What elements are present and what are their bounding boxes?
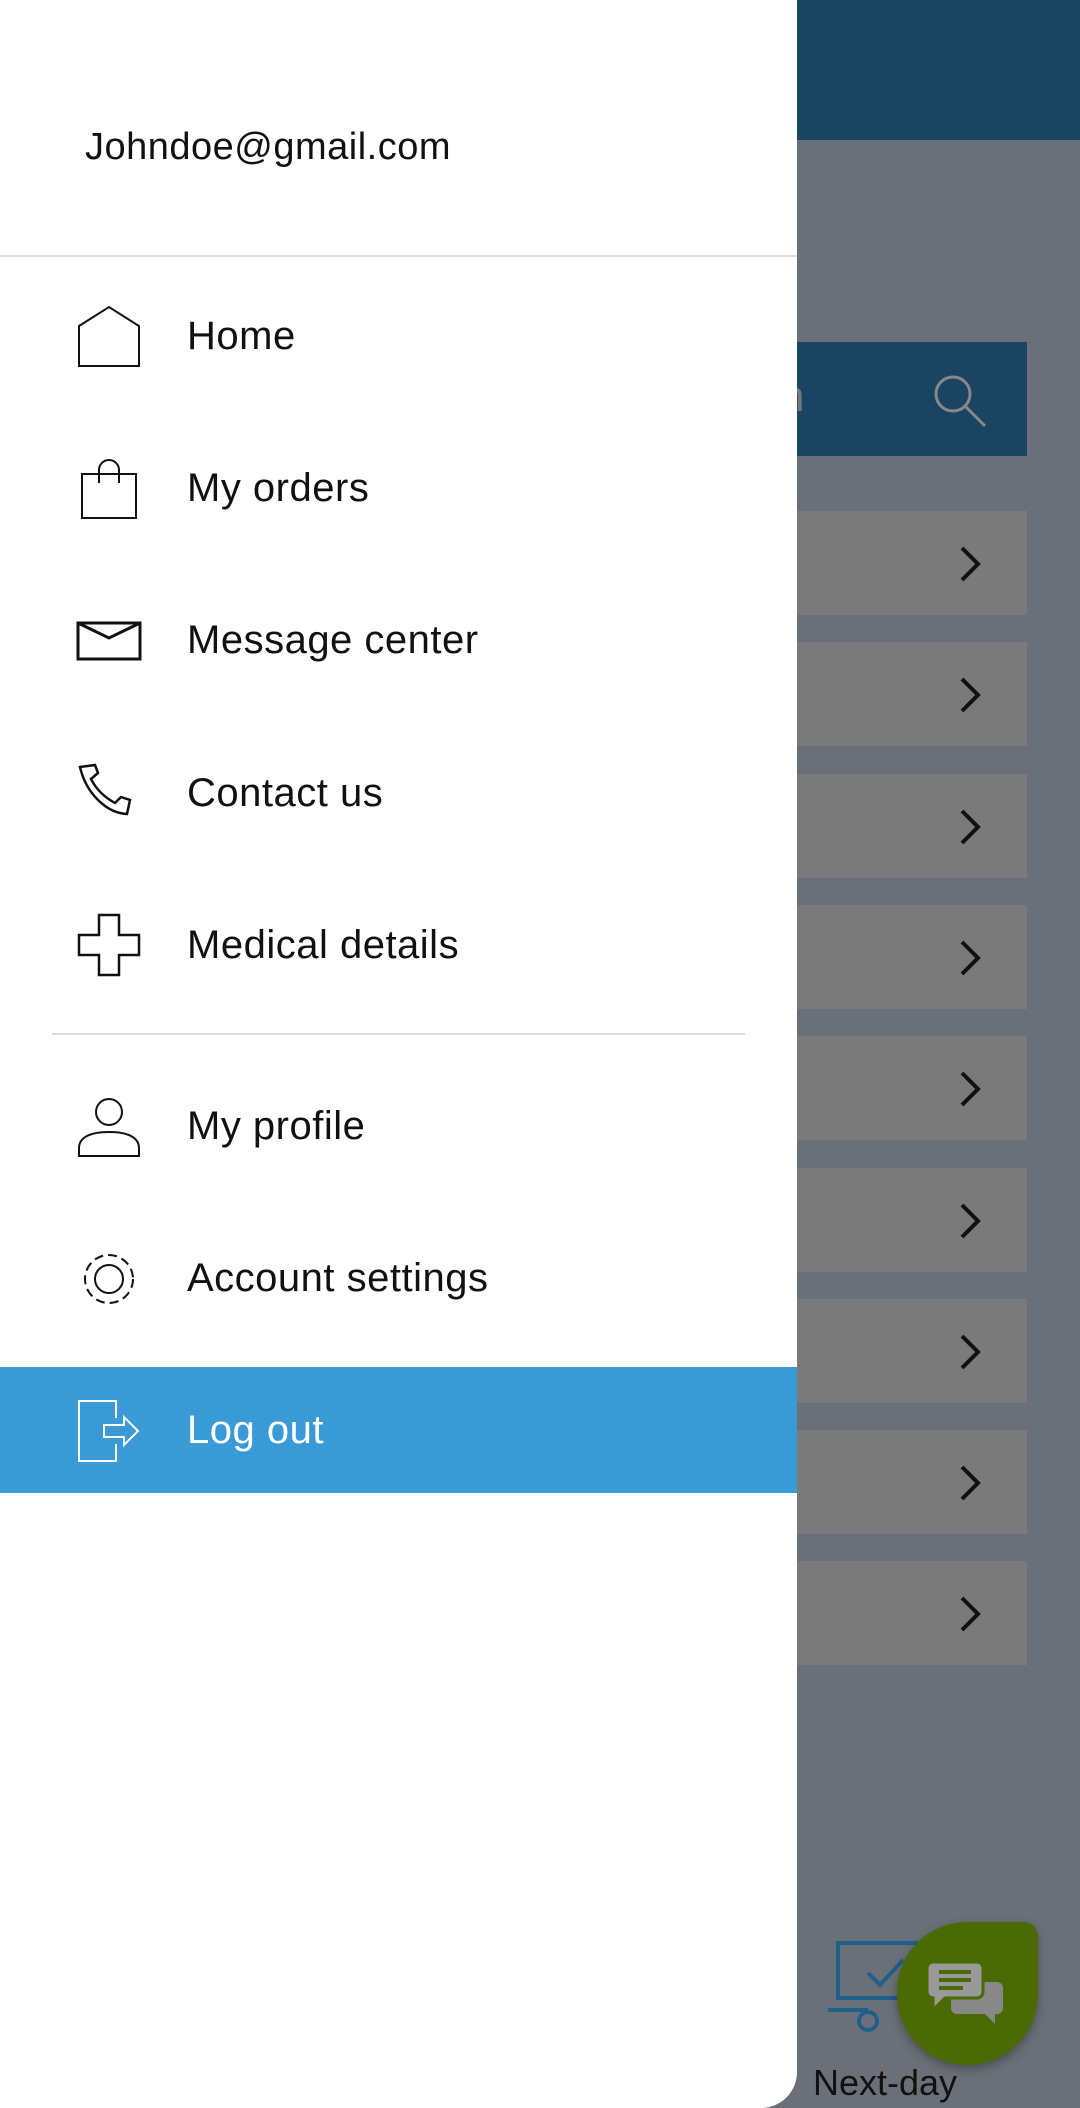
home-icon bbox=[78, 305, 140, 367]
chevron-right-icon bbox=[960, 1596, 981, 1632]
menu-item-label: My orders bbox=[187, 465, 370, 510]
chevron-right-icon bbox=[960, 1465, 981, 1501]
logout-icon bbox=[78, 1400, 140, 1462]
shopping-bag-icon bbox=[81, 459, 137, 519]
navigation-drawer: Johndoe@gmail.com Home My orders Message c… bbox=[0, 0, 797, 2108]
menu-item-my-orders[interactable]: My orders bbox=[0, 425, 797, 551]
menu-item-label: Medical details bbox=[187, 922, 460, 967]
search-input[interactable]: n bbox=[760, 342, 1027, 456]
chevron-right-icon bbox=[960, 1203, 981, 1238]
menu-item-label: My profile bbox=[187, 1103, 366, 1148]
list-row[interactable] bbox=[760, 1167, 1027, 1272]
chat-button[interactable] bbox=[897, 1922, 1038, 2065]
menu-item-label: Message center bbox=[187, 617, 479, 662]
menu-item-label: Contact us bbox=[187, 770, 384, 815]
list-row[interactable] bbox=[760, 1036, 1027, 1141]
chat-icon bbox=[927, 1962, 1003, 2024]
menu-item-label: Account settings bbox=[187, 1255, 489, 1300]
menu-item-account-settings[interactable]: Account settings bbox=[0, 1215, 797, 1341]
list-row[interactable] bbox=[760, 1430, 1027, 1535]
list-row[interactable] bbox=[760, 773, 1027, 878]
next-day-label: Next-day bbox=[813, 2062, 958, 2103]
chevron-right-icon bbox=[960, 809, 981, 845]
menu-item-contact-us[interactable]: Contact us bbox=[0, 730, 797, 856]
list-row[interactable] bbox=[760, 1561, 1027, 1666]
divider bbox=[0, 255, 797, 257]
chevron-right-icon bbox=[960, 677, 981, 713]
menu-item-message-center[interactable]: Message center bbox=[0, 577, 797, 703]
menu-item-my-profile[interactable]: My profile bbox=[0, 1063, 797, 1189]
menu-item-log-out[interactable]: Log out bbox=[0, 1367, 797, 1493]
search-icon[interactable] bbox=[931, 372, 991, 432]
menu-item-medical-details[interactable]: Medical details bbox=[0, 882, 797, 1008]
list-row[interactable] bbox=[760, 904, 1027, 1009]
list-row[interactable] bbox=[760, 642, 1027, 747]
chevron-right-icon bbox=[960, 940, 981, 976]
list-row[interactable] bbox=[760, 511, 1027, 615]
user-icon bbox=[78, 1098, 140, 1157]
gear-icon bbox=[84, 1254, 134, 1304]
menu-item-home[interactable]: Home bbox=[0, 273, 797, 399]
medical-cross-icon bbox=[77, 913, 141, 977]
chevron-right-icon bbox=[960, 546, 981, 582]
user-email: Johndoe@gmail.com bbox=[85, 126, 452, 168]
divider bbox=[52, 1033, 745, 1035]
chevron-right-icon bbox=[960, 1334, 981, 1370]
chevron-right-icon bbox=[960, 1071, 981, 1107]
phone-icon bbox=[78, 763, 132, 816]
list-row[interactable] bbox=[760, 1298, 1027, 1403]
envelope-icon bbox=[76, 621, 142, 661]
menu-item-label: Home bbox=[187, 313, 296, 358]
menu-item-label: Log out bbox=[187, 1407, 324, 1452]
